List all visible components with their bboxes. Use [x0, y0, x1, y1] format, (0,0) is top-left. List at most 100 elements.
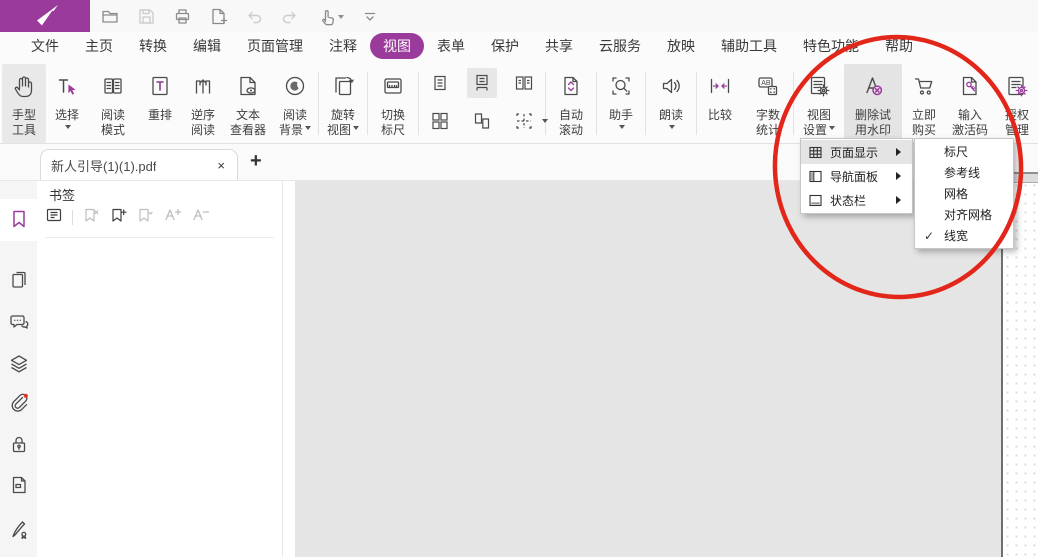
lock-icon: [8, 433, 30, 455]
compare-icon: [707, 73, 733, 99]
read-mode-icon: [100, 73, 126, 99]
word-count-button[interactable]: AB 字数 统计: [743, 64, 793, 143]
facing-page-button[interactable]: [509, 68, 539, 98]
menu-form[interactable]: 表单: [424, 33, 478, 59]
redo-icon: [280, 6, 300, 26]
text-larger-icon: [163, 206, 182, 224]
read-aloud-button[interactable]: 朗读: [646, 64, 696, 143]
license-manage-button[interactable]: 授权 管理: [994, 64, 1038, 143]
submenu-item-line-width[interactable]: ✓ 线宽: [915, 225, 1013, 246]
view-settings-button[interactable]: 视图 设置: [794, 64, 844, 143]
rail-destinations-button[interactable]: [7, 473, 30, 496]
submenu-item-guides[interactable]: 参考线: [915, 162, 1013, 183]
continuous-page-icon: [472, 73, 492, 93]
decrease-text-size-button[interactable]: [191, 206, 210, 229]
tab-close-button[interactable]: ×: [215, 158, 227, 173]
single-page-icon: [430, 73, 450, 93]
rail-layers-button[interactable]: [7, 351, 30, 374]
menu-convert[interactable]: 转换: [126, 33, 180, 59]
continuous-page-button[interactable]: [467, 68, 497, 98]
split-view-caret-icon: [542, 119, 548, 126]
add-bookmark-button[interactable]: [109, 206, 127, 229]
undo-button[interactable]: [242, 4, 266, 28]
license-manage-icon: [1004, 73, 1030, 99]
assistant-button[interactable]: 助手: [597, 64, 645, 143]
expand-bookmark-icon: [136, 206, 154, 224]
navigation-rail: [0, 181, 37, 557]
save-icon: [136, 6, 156, 26]
submenu-arrow-icon: [896, 172, 905, 180]
horizontal-scrollbar-fragment[interactable]: [1014, 172, 1038, 183]
text-viewer-button[interactable]: 文本 查看器: [224, 64, 272, 143]
rail-comments-button[interactable]: [7, 310, 30, 333]
speaker-icon: [658, 73, 684, 99]
view-settings-caret-icon: [829, 126, 835, 133]
select-tool-button[interactable]: 选择: [46, 64, 88, 143]
reflow-button[interactable]: 重排: [138, 64, 182, 143]
add-tab-button[interactable]: +: [250, 150, 262, 172]
remove-trial-watermark-button[interactable]: 删除试 用水印: [844, 64, 902, 143]
menu-cloud[interactable]: 云服务: [586, 33, 654, 59]
app-logo: [0, 0, 90, 32]
toggle-ruler-button[interactable]: 切换 标尺: [368, 64, 418, 143]
menu-protect[interactable]: 保护: [478, 33, 532, 59]
submenu-item-grid[interactable]: 网格: [915, 183, 1013, 204]
read-background-button[interactable]: 阅读 背景: [272, 64, 318, 143]
open-file-button[interactable]: [98, 4, 122, 28]
compare-button[interactable]: 比较: [697, 64, 743, 143]
toolbar-separator: [72, 210, 73, 225]
document-canvas[interactable]: [295, 181, 1001, 557]
menu-present[interactable]: 放映: [654, 33, 708, 59]
reverse-read-button[interactable]: 逆序 阅读: [182, 64, 224, 143]
navigation-panel-icon: [808, 169, 823, 184]
read-mode-button[interactable]: 阅读 模式: [88, 64, 138, 143]
menu-item-navigation-panel[interactable]: 导航面板: [801, 164, 912, 188]
print-button[interactable]: [170, 4, 194, 28]
add-bookmark-icon: [109, 206, 127, 224]
rail-attachments-button[interactable]: [7, 390, 30, 413]
rail-signatures-button[interactable]: [7, 517, 30, 540]
menu-file[interactable]: 文件: [18, 33, 72, 59]
menu-item-page-display[interactable]: 页面显示: [801, 140, 912, 164]
single-page-button[interactable]: [425, 68, 455, 98]
redo-button[interactable]: [278, 4, 302, 28]
split-view-button[interactable]: [509, 106, 539, 136]
touch-mode-button[interactable]: [314, 4, 346, 28]
menu-home[interactable]: 主页: [72, 33, 126, 59]
ribbon-toolbar: 手型 工具 选择 阅读 模式 重排 逆序 阅读: [0, 60, 1038, 144]
auto-scroll-button[interactable]: 自动 滚动: [546, 64, 596, 143]
submenu-item-ruler[interactable]: 标尺: [915, 141, 1013, 162]
new-document-button[interactable]: [206, 4, 230, 28]
customize-toolbar-button[interactable]: [358, 4, 382, 28]
rotate-view-button[interactable]: 旋转 视图: [319, 64, 367, 143]
menu-view[interactable]: 视图: [370, 33, 424, 59]
menu-page-manage[interactable]: 页面管理: [234, 33, 316, 59]
new-document-icon: [208, 6, 228, 26]
menu-item-status-bar[interactable]: 状态栏: [801, 188, 912, 212]
menu-comment[interactable]: 注释: [316, 33, 370, 59]
save-button[interactable]: [134, 4, 158, 28]
submenu-item-snap-to-grid[interactable]: 对齐网格: [915, 204, 1013, 225]
activation-code-button[interactable]: 输入 激活码: [946, 64, 994, 143]
paperclip-icon: [8, 391, 30, 413]
menu-edit[interactable]: 编辑: [180, 33, 234, 59]
expand-bookmark-button[interactable]: [136, 206, 154, 229]
bookmark-icon: [8, 208, 30, 230]
facing-continuous-button[interactable]: [425, 106, 455, 136]
panel-splitter[interactable]: [283, 181, 295, 557]
document-tab[interactable]: 新人引导(1)(1).pdf ×: [40, 149, 238, 180]
rail-bookmarks-button[interactable]: [7, 207, 30, 230]
touch-mode-caret-icon: [338, 15, 344, 22]
menu-features[interactable]: 特色功能: [790, 33, 872, 59]
delete-bookmark-button[interactable]: [82, 206, 100, 229]
rail-security-button[interactable]: [7, 432, 30, 455]
menu-help[interactable]: 帮助: [872, 33, 926, 59]
buy-now-button[interactable]: 立即 购买: [902, 64, 946, 143]
increase-text-size-button[interactable]: [163, 206, 182, 229]
separate-cover-button[interactable]: [467, 106, 497, 136]
menu-accessibility[interactable]: 辅助工具: [708, 33, 790, 59]
rail-pages-button[interactable]: [7, 267, 30, 290]
menu-share[interactable]: 共享: [532, 33, 586, 59]
bookmark-list-options-button[interactable]: [45, 206, 63, 229]
hand-tool-button[interactable]: 手型 工具: [2, 64, 46, 143]
